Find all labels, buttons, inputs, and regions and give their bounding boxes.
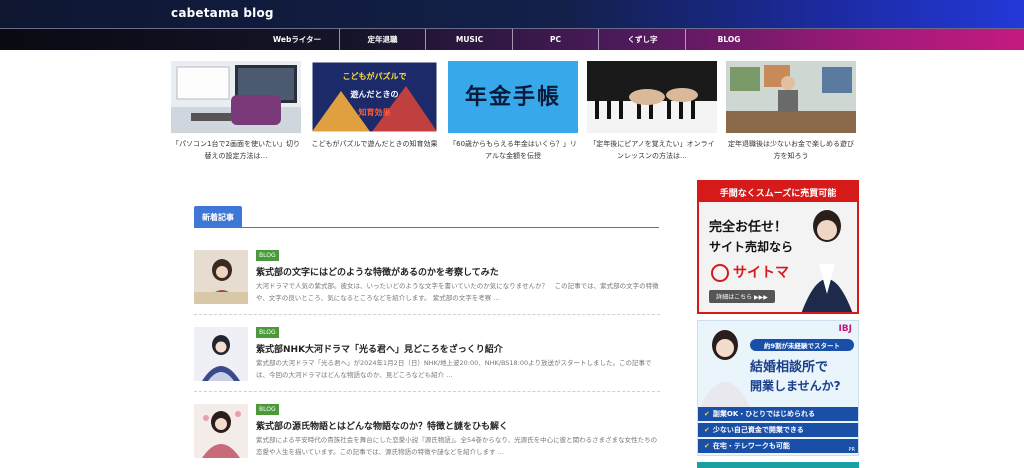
ad-text: 結婚相談所で — [750, 360, 829, 375]
sidebar-widget-edge — [697, 462, 859, 468]
ad-person-image — [801, 210, 853, 312]
featured-thumbnail[interactable] — [726, 61, 856, 133]
ad-text: 完全お任せ！ — [709, 220, 788, 235]
ad-brand: サイトマ — [733, 265, 789, 281]
featured-card[interactable]: こどもがパズルで 遊んだときの 知育効果 こどもがパズルで遊んだときの知育効果 — [311, 61, 438, 150]
featured-caption[interactable]: こどもがパズルで遊んだときの知育効果 — [311, 138, 438, 150]
post-thumbnail[interactable] — [194, 250, 248, 304]
section-title: 新着記事 — [194, 206, 242, 228]
post-separator — [194, 314, 660, 315]
featured-caption[interactable]: 「定年後にピアノを覚えたい」オンラインレッスンの方法は… — [587, 138, 717, 162]
featured-caption[interactable]: 「60歳からもらえる年金はいくら？」リアルな金額を伝授 — [448, 138, 578, 162]
ad-bullet-text: 在宅・テレワークも可能 — [712, 442, 790, 450]
ad-bullet: ✔ 在宅・テレワークも可能 — [698, 439, 858, 453]
featured-card[interactable]: 年金手帳 「60歳からもらえる年金はいくら？」リアルな金額を伝授 — [448, 61, 578, 162]
global-nav: Webライター 定年退職 MUSIC PC くずし字 BLOG — [0, 28, 1024, 50]
site-title[interactable]: cabetama blog — [171, 6, 274, 20]
site-header: cabetama blog — [0, 0, 1024, 28]
nav-item-blog[interactable]: BLOG — [686, 29, 772, 50]
check-icon: ✔ — [704, 442, 710, 450]
ad-text: サイト売却なら — [709, 240, 794, 254]
saitoma-logo-icon — [711, 264, 729, 282]
ad-bullet: ✔ 副業OK・ひとりではじめられる — [698, 407, 858, 421]
post-item[interactable]: BLOG 紫式部の文字にはどのような特徴があるのかを考察してみた 大河ドラマで人… — [194, 250, 660, 306]
category-badge[interactable]: BLOG — [256, 327, 279, 338]
nav-item-music[interactable]: MUSIC — [427, 29, 513, 50]
thumbnail-text: 年金手帳 — [464, 85, 561, 110]
post-separator — [194, 391, 660, 392]
post-item[interactable]: BLOG 紫式部NHK大河ドラマ「光る君へ」見どころをざっくり紹介 紫式部の大河… — [194, 327, 660, 383]
featured-caption[interactable]: 「パソコン1台で2画面を使いたい」切り替えの設定方法は… — [171, 138, 301, 162]
nav-item-retirement[interactable]: 定年退職 — [340, 29, 426, 50]
ad-bullet: ✔ 少ない自己資金で開業できる — [698, 423, 858, 437]
ibj-ad-banner[interactable]: IBJ 約9割が未経験でスタート 結婚相談所で 開業しませんか? ✔ 副業OK・ひ… — [697, 320, 859, 456]
post-item[interactable]: BLOG 紫式部の源氏物語とはどんな物語なのか？特徴と謎をひも解く 紫式部による… — [194, 404, 660, 460]
post-title[interactable]: 紫式部の文字にはどのような特徴があるのかを考察してみた — [256, 265, 660, 278]
ad-pill-label: 約9割が未経験でスタート — [750, 339, 854, 351]
post-title[interactable]: 紫式部の源氏物語とはどんな物語なのか？特徴と謎をひも解く — [256, 419, 660, 432]
thumbnail-text: 遊んだときの — [350, 90, 399, 99]
nav-item-pc[interactable]: PC — [513, 29, 599, 50]
thumbnail-text: こどもがパズルで — [342, 72, 407, 81]
featured-card[interactable]: 定年退職後は少ないお金で楽しめる遊び方を知ろう — [726, 61, 856, 162]
section-divider — [194, 227, 659, 228]
pr-label: PR — [848, 447, 856, 453]
ad-details-button[interactable]: 詳細はこちら ▶▶▶ — [709, 290, 775, 303]
featured-card[interactable]: 「定年後にピアノを覚えたい」オンラインレッスンの方法は… — [587, 61, 717, 162]
nav-item-kuzushiji[interactable]: くずし字 — [600, 29, 686, 50]
category-badge[interactable]: BLOG — [256, 404, 279, 415]
post-thumbnail[interactable] — [194, 404, 248, 458]
nav-item-web-writer[interactable]: Webライター — [254, 29, 340, 50]
post-excerpt: 紫式部の大河ドラマ「光る君へ」が2024年1月2日（日）NHK/地上波20:00… — [256, 359, 652, 379]
featured-thumbnail[interactable] — [171, 61, 301, 133]
post-excerpt: 紫式部による平安時代の貴族社会を舞台にした恋愛小説『源氏物語』。全54巻からなり… — [256, 436, 658, 456]
post-thumbnail[interactable] — [194, 327, 248, 381]
featured-card[interactable]: 「パソコン1台で2画面を使いたい」切り替えの設定方法は… — [171, 61, 301, 162]
ad-bullet-text: 少ない自己資金で開業できる — [712, 426, 804, 434]
ad-bullet-text: 副業OK・ひとりではじめられる — [712, 410, 816, 418]
ad-person-image — [700, 330, 750, 407]
post-title[interactable]: 紫式部NHK大河ドラマ「光る君へ」見どころをざっくり紹介 — [256, 342, 660, 355]
ad-text: 開業しませんか? — [750, 379, 841, 393]
saitoma-ad-banner[interactable]: 手間なくスムーズに売買可能 完全お任せ！ サイト売却なら サイトマ 詳細はこちら… — [697, 180, 859, 314]
ad-headline: 手間なくスムーズに売買可能 — [699, 182, 857, 202]
post-excerpt: 大河ドラマで人気の紫式部。彼女は、いったいどのような文字を書いていたのか気になり… — [256, 282, 659, 302]
ibj-logo: IBJ — [838, 324, 852, 334]
category-badge[interactable]: BLOG — [256, 250, 279, 261]
check-icon: ✔ — [704, 410, 710, 418]
featured-thumbnail[interactable] — [587, 61, 717, 133]
featured-caption[interactable]: 定年退職後は少ないお金で楽しめる遊び方を知ろう — [726, 138, 856, 162]
featured-thumbnail[interactable]: こどもがパズルで 遊んだときの 知育効果 — [311, 61, 438, 133]
check-icon: ✔ — [704, 426, 710, 434]
featured-thumbnail[interactable]: 年金手帳 — [448, 61, 578, 133]
thumbnail-text: 知育効果 — [358, 108, 391, 117]
